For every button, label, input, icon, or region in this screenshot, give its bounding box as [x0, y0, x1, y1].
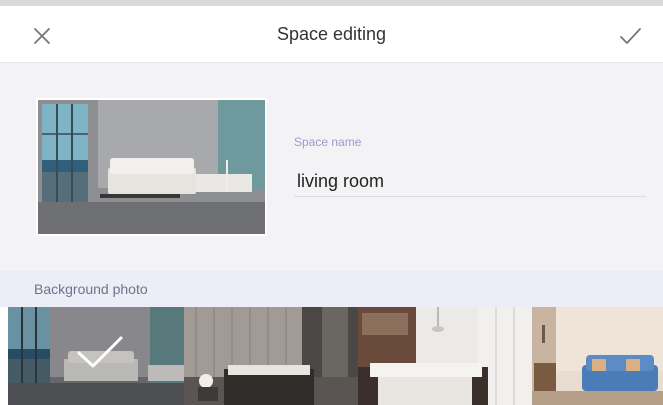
- lounge-sofa-photo: [532, 307, 663, 405]
- checkmark-icon: [620, 28, 641, 44]
- background-option-lounge[interactable]: [532, 307, 663, 405]
- confirm-button[interactable]: [615, 22, 645, 50]
- living-room-photo: [38, 100, 265, 234]
- header-bar: Space editing: [0, 6, 663, 63]
- close-button[interactable]: [28, 22, 56, 50]
- page-title: Space editing: [276, 24, 387, 44]
- background-photo-label: Background photo: [34, 281, 148, 297]
- kitchen-photo: [358, 307, 532, 405]
- background-option-bedroom[interactable]: [184, 307, 358, 405]
- space-name-label: Space name: [294, 135, 362, 149]
- background-photo-strip: [0, 307, 663, 405]
- background-photo-header: Background photo: [0, 271, 663, 307]
- close-icon: [34, 28, 50, 44]
- space-name-input[interactable]: [294, 167, 646, 197]
- background-option-living-room[interactable]: [8, 307, 184, 405]
- background-option-kitchen[interactable]: [358, 307, 532, 405]
- bedroom-photo: [184, 307, 358, 405]
- space-details-panel: Space name: [0, 63, 663, 271]
- selected-checkmark-icon: [77, 336, 123, 368]
- space-preview-thumbnail: [36, 98, 267, 236]
